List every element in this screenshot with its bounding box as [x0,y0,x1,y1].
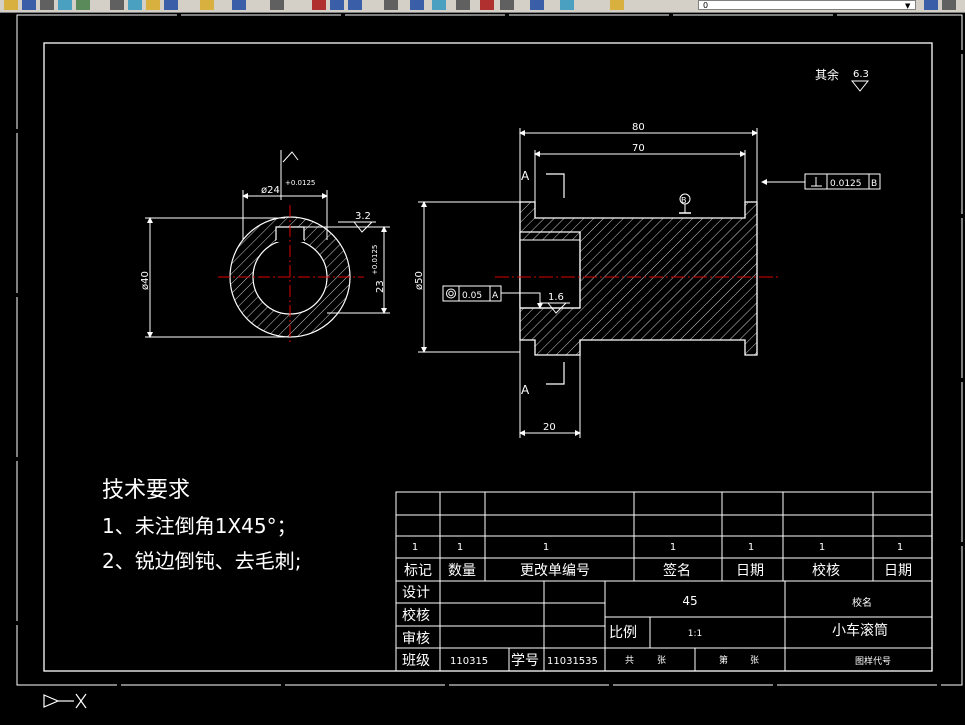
tool-palette-icon[interactable] [432,0,446,10]
label-class: 班级 [402,653,430,669]
dim-20: 20 [543,422,556,433]
zoom-realtime-icon[interactable] [312,0,326,10]
label-sheets-unit: 张 [657,655,666,666]
layer-manager-icon[interactable] [560,0,574,10]
header-change-no: 更改单编号 [520,563,590,579]
label-design: 设计 [402,585,430,601]
sheet-set-icon[interactable] [456,0,470,10]
redo-icon[interactable] [232,0,246,10]
help-icon[interactable] [530,0,544,10]
title-block [395,491,933,672]
dim-23-tol: +0.0125 [371,245,379,275]
zoom-window-icon[interactable] [330,0,344,10]
rev-cell-1: 1 [412,542,418,553]
school-name: 校名 [852,596,872,609]
layer-state-icon[interactable] [610,0,624,10]
drawing-code: 图样代号 [855,655,891,667]
layer-value: 0 [703,1,709,10]
dim-phi40: ø40 [140,271,151,290]
conc-tol-datum: A [492,291,499,301]
rev-cell-5: 1 [748,542,754,553]
preview-icon[interactable] [58,0,72,10]
scale-value: 1:1 [688,629,702,639]
header-date-2: 日期 [884,563,912,579]
rev-cell-6: 1 [819,542,825,553]
layer-previous-icon[interactable] [924,0,938,10]
label-check: 校核 [402,607,430,624]
student-no-value: 11031535 [547,656,598,667]
header-qty: 数量 [448,563,476,579]
pan-icon[interactable] [270,0,284,10]
material: 45 [682,594,697,608]
notes-line-2: 2、锐边倒钝、去毛刺; [102,549,301,573]
label-scale: 比例 [609,625,637,641]
end-view [218,205,364,345]
label-student-no: 学号 [511,653,539,669]
zoom-previous-icon[interactable] [348,0,362,10]
save-icon[interactable] [22,0,36,10]
layer-iso-icon[interactable] [942,0,956,10]
undo-icon[interactable] [200,0,214,10]
roughness-symbol [850,80,870,92]
copy-icon[interactable] [128,0,142,10]
publish-icon[interactable] [76,0,90,10]
rev-cell-3: 1 [543,542,549,553]
roughness-note-label: 其余 [815,67,839,82]
dim-80: 80 [632,122,645,133]
notes-title: 技术要求 [102,478,190,503]
dim-phi24-tol: +0.0125 [285,179,315,187]
label-sheet-no: 第 [719,654,728,666]
rev-cell-4: 1 [670,542,676,553]
toolbar: 0 ▼ [0,0,965,13]
dim-phi24: ø24 [261,185,280,196]
layer-dropdown[interactable]: 0 [698,0,916,10]
paste-icon[interactable] [146,0,160,10]
calculator-icon[interactable] [500,0,514,10]
class-value: 110315 [450,656,488,667]
cut-icon[interactable] [110,0,124,10]
ucs-icon [43,693,87,709]
chevron-down-icon[interactable]: ▼ [905,2,910,10]
label-review: 审核 [402,631,430,647]
roughness-3-2: 3.2 [355,211,371,222]
sheet-boundary [16,14,963,686]
open-icon[interactable] [4,0,18,10]
label-sheet-unit: 张 [750,655,759,666]
rev-cell-2: 1 [457,542,463,553]
notes-line-1: 1、未注倒角1X45°； [102,514,297,538]
section-label-bottom: A [521,383,530,397]
markup-icon[interactable] [480,0,494,10]
properties-icon[interactable] [384,0,398,10]
part-name: 小车滚筒 [832,622,888,639]
section-label-top: A [521,169,530,183]
header-mark: 标记 [404,563,432,579]
rev-cell-7: 1 [897,542,903,553]
design-center-icon[interactable] [410,0,424,10]
match-icon[interactable] [164,0,178,10]
roughness-1-6: 1.6 [548,292,564,303]
dim-phi50: ø50 [414,271,425,290]
header-sign: 签名 [663,562,691,579]
dim-23: 23 [375,280,386,293]
datum-b: B [681,196,687,205]
print-icon[interactable] [40,0,54,10]
dim-70: 70 [632,143,645,154]
model-space-canvas[interactable]: 其余 6.3 ø40 ø24 +0.0125 3.2 23 +0.0125 80… [0,13,965,725]
roughness-note-value: 6.3 [853,69,869,80]
conc-tol-value: 0.05 [462,291,482,301]
drawing-border [43,42,933,672]
header-check: 校核 [812,562,840,579]
label-sheets-total: 共 [625,655,634,666]
perp-tol-value: 0.0125 [830,179,862,189]
header-date: 日期 [736,563,764,579]
main-section-view [495,201,778,356]
perp-tol-datum: B [871,179,877,189]
